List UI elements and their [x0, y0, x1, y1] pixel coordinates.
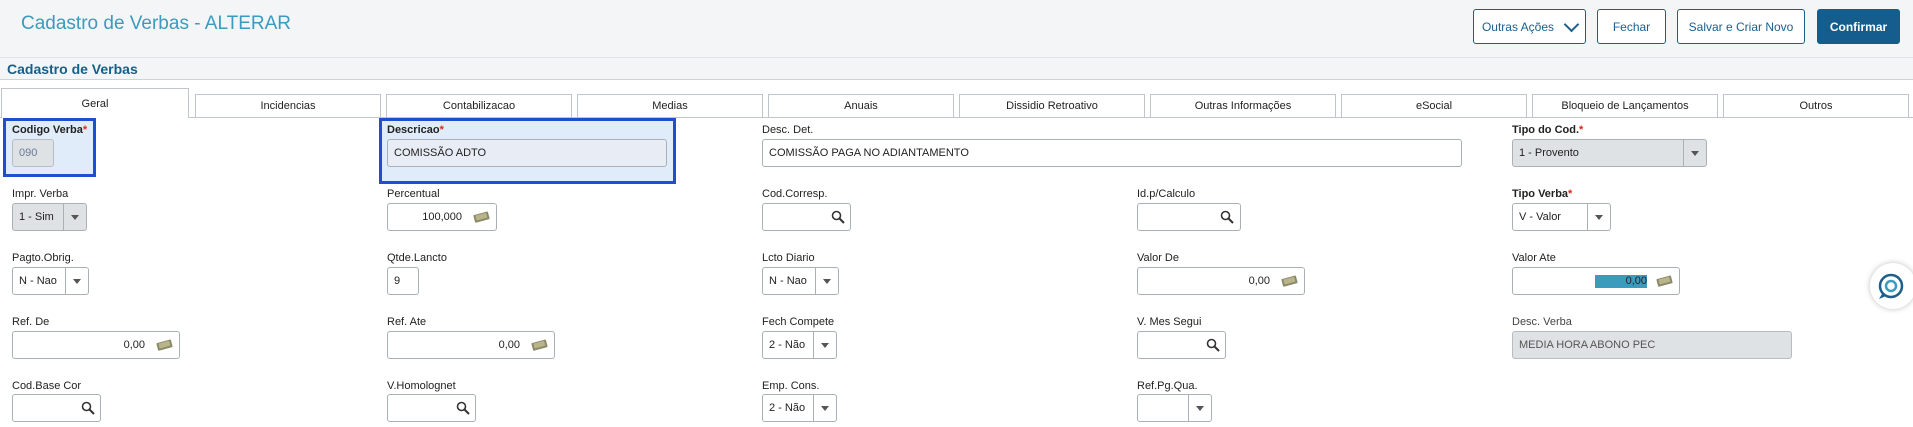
- fech-compete-value: 2 - Não: [769, 339, 806, 351]
- tipo-cod-label: Tipo do Cod.*: [1512, 124, 1584, 136]
- pagto-obrig-label: Pagto.Obrig.: [12, 252, 74, 264]
- top-bar: Cadastro de Verbas - ALTERAR Outras Açõe…: [0, 0, 1913, 58]
- pagto-obrig-value: N - Nao: [19, 275, 57, 287]
- outras-acoes-label: Outras Ações: [1481, 19, 1555, 34]
- chevron-down-icon[interactable]: [63, 204, 86, 230]
- chat-bubble-icon: [1878, 273, 1904, 299]
- fech-compete-select[interactable]: 2 - Não: [762, 331, 837, 359]
- chevron-down-icon[interactable]: [1587, 204, 1610, 230]
- outras-acoes-button[interactable]: Outras Ações: [1473, 9, 1586, 44]
- lcto-diario-value: N - Nao: [769, 275, 807, 287]
- confirmar-button[interactable]: Confirmar: [1817, 9, 1900, 44]
- cod-corresp-label: Cod.Corresp.: [762, 188, 828, 200]
- chevron-down-icon[interactable]: [813, 395, 836, 421]
- search-icon[interactable]: [453, 398, 473, 418]
- search-icon[interactable]: [1217, 207, 1237, 227]
- calculator-icon[interactable]: [472, 207, 492, 227]
- valor-ate-selected-text: 0,00: [1595, 275, 1647, 288]
- descricao-label: Descricao*: [387, 124, 444, 136]
- valor-ate-label: Valor Ate: [1512, 252, 1556, 264]
- lcto-diario-label: Lcto Diario: [762, 252, 815, 264]
- v-homolognet-label: V.Homolognet: [387, 380, 456, 392]
- page-title: Cadastro de Verbas - ALTERAR: [21, 13, 291, 34]
- tab-geral[interactable]: Geral: [1, 88, 189, 118]
- ref-de-label: Ref. De: [12, 316, 50, 328]
- emp-cons-value: 2 - Não: [769, 402, 806, 414]
- tab-esocial[interactable]: eSocial: [1341, 94, 1527, 117]
- tipo-verba-label: Tipo Verba*: [1512, 188, 1573, 200]
- calculator-icon[interactable]: [530, 335, 550, 355]
- tab-anuais[interactable]: Anuais: [768, 94, 954, 117]
- impr-verba-select[interactable]: 1 - Sim: [12, 203, 87, 231]
- salvar-criar-novo-button[interactable]: Salvar e Criar Novo: [1677, 9, 1805, 44]
- tab-bloqueio-lancamentos[interactable]: Bloqueio de Lançamentos: [1532, 94, 1718, 117]
- emp-cons-label: Emp. Cons.: [762, 380, 820, 392]
- chat-assistant-button[interactable]: [1870, 263, 1913, 309]
- fech-compete-label: Fech Compete: [762, 316, 835, 328]
- v-mes-segui-label: V. Mes Segui: [1137, 316, 1202, 328]
- id-calculo-label: Id.p/Calculo: [1137, 188, 1196, 200]
- impr-verba-label: Impr. Verba: [12, 188, 69, 200]
- tab-incidencias[interactable]: Incidencias: [195, 94, 381, 117]
- desc-verba-label: Desc. Verba: [1512, 316, 1572, 328]
- chevron-down-icon[interactable]: [65, 268, 88, 294]
- calculator-icon[interactable]: [155, 335, 175, 355]
- percentual-label: Percentual: [387, 188, 440, 200]
- tab-divider: [0, 117, 1913, 118]
- emp-cons-select[interactable]: 2 - Não: [762, 394, 837, 422]
- tipo-verba-select[interactable]: V - Valor: [1512, 203, 1611, 231]
- ref-pg-qua-label: Ref.Pg.Qua.: [1137, 380, 1198, 392]
- desc-det-field[interactable]: COMISSÃO PAGA NO ADIANTAMENTO: [762, 139, 1462, 167]
- chevron-down-icon[interactable]: [815, 268, 838, 294]
- pagto-obrig-select[interactable]: N - Nao: [12, 267, 89, 295]
- chevron-down-icon[interactable]: [813, 332, 836, 358]
- calculator-icon[interactable]: [1655, 271, 1675, 291]
- tipo-cod-value: 1 - Provento: [1519, 147, 1579, 159]
- search-icon[interactable]: [78, 398, 98, 418]
- tipo-cod-select[interactable]: 1 - Provento: [1512, 139, 1707, 167]
- tab-contabilizacao[interactable]: Contabilizacao: [386, 94, 572, 117]
- codigo-verba-field[interactable]: 090: [12, 139, 54, 167]
- ref-ate-label: Ref. Ate: [387, 316, 427, 328]
- codigo-verba-label: Codigo Verba*: [12, 124, 88, 136]
- qtde-lancto-field[interactable]: 9: [387, 267, 419, 295]
- valor-de-label: Valor De: [1137, 252, 1179, 264]
- calculator-icon[interactable]: [1280, 271, 1300, 291]
- chevron-down-icon[interactable]: [1683, 140, 1706, 166]
- section-title: Cadastro de Verbas: [7, 61, 138, 77]
- tab-medias[interactable]: Medias: [577, 94, 763, 117]
- tab-dissidio-retroativo[interactable]: Dissidio Retroativo: [959, 94, 1145, 117]
- desc-det-label: Desc. Det.: [762, 124, 814, 136]
- impr-verba-value: 1 - Sim: [19, 211, 54, 223]
- qtde-lancto-label: Qtde.Lancto: [387, 252, 447, 264]
- ref-pg-qua-select[interactable]: [1137, 394, 1212, 422]
- desc-verba-field[interactable]: MEDIA HORA ABONO PEC: [1512, 331, 1792, 359]
- tipo-verba-value: V - Valor: [1519, 211, 1561, 223]
- fechar-button[interactable]: Fechar: [1597, 9, 1666, 44]
- search-icon[interactable]: [1203, 335, 1223, 355]
- tab-outros[interactable]: Outros: [1723, 94, 1909, 117]
- chevron-down-icon[interactable]: [1188, 395, 1211, 421]
- tab-outras-informacoes[interactable]: Outras Informações: [1150, 94, 1336, 117]
- search-icon[interactable]: [828, 207, 848, 227]
- chevron-down-icon: [1563, 16, 1580, 32]
- descricao-field[interactable]: COMISSÃO ADTO: [387, 139, 667, 167]
- lcto-diario-select[interactable]: N - Nao: [762, 267, 839, 295]
- cod-base-cor-label: Cod.Base Cor: [12, 380, 82, 392]
